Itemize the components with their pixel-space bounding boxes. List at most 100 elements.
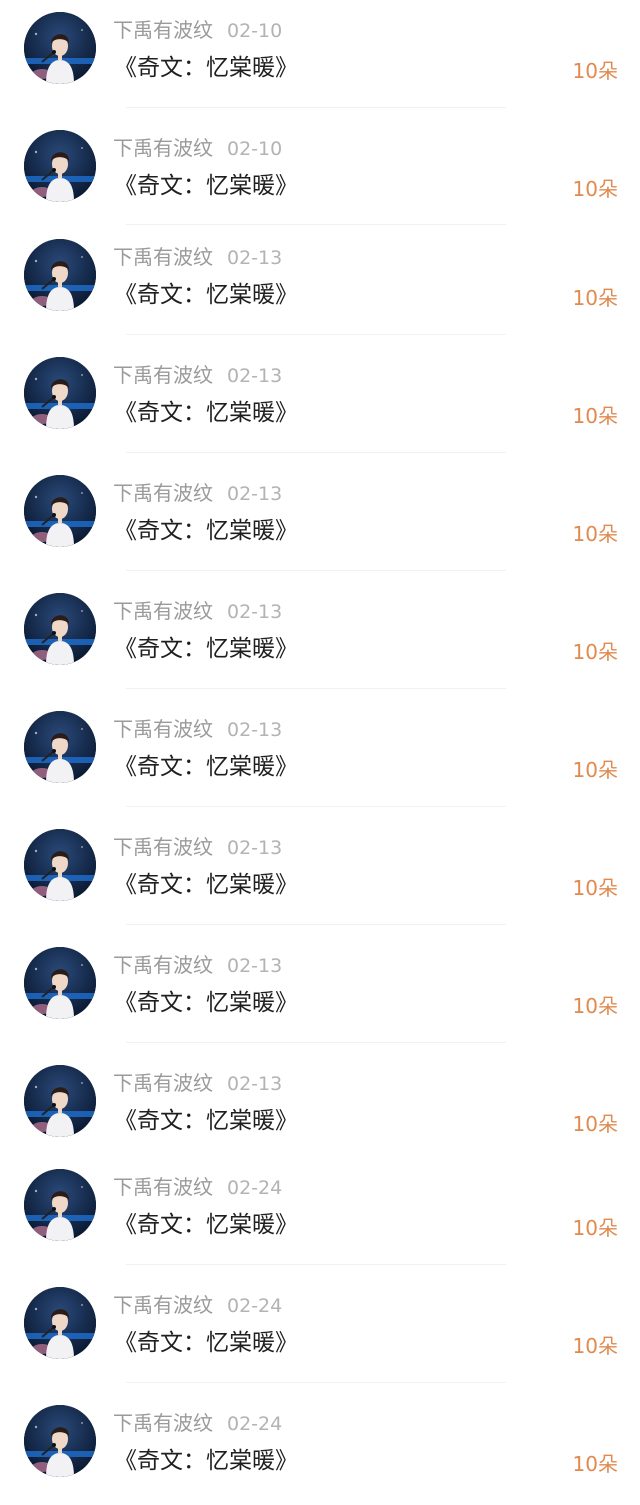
gift-record-list: 下禹有波纹 02-10 《奇文：忆棠暖》 10朵 下禹有波纹 02-10 《奇文：忆… xyxy=(0,0,640,1486)
item-date: 02-13 xyxy=(227,955,283,977)
username[interactable]: 下禹有波纹 xyxy=(113,1293,213,1317)
item-date: 02-24 xyxy=(227,1177,283,1199)
item-title[interactable]: 《奇文：忆棠暖》 xyxy=(114,1209,298,1241)
list-item[interactable]: 下禹有波纹 02-13 《奇文：忆棠暖》 10朵 xyxy=(0,817,640,929)
item-meta: 下禹有波纹 02-13 xyxy=(113,361,282,389)
user-avatar[interactable] xyxy=(24,1065,96,1137)
list-item[interactable]: 下禹有波纹 02-24 《奇文：忆棠暖》 10朵 xyxy=(0,1393,640,1505)
divider xyxy=(126,688,506,689)
item-meta: 下禹有波纹 02-24 xyxy=(113,1291,282,1319)
gift-count: 10朵 xyxy=(572,1112,618,1136)
avatar-photo-icon xyxy=(24,239,96,311)
user-avatar[interactable] xyxy=(24,475,96,547)
user-avatar[interactable] xyxy=(24,357,96,429)
username[interactable]: 下禹有波纹 xyxy=(113,717,213,741)
gift-count: 10朵 xyxy=(572,404,618,428)
username[interactable]: 下禹有波纹 xyxy=(113,599,213,623)
item-date: 02-24 xyxy=(227,1295,283,1317)
divider xyxy=(126,1264,506,1265)
username[interactable]: 下禹有波纹 xyxy=(113,953,213,977)
gift-count: 10朵 xyxy=(572,758,618,782)
list-item[interactable]: 下禹有波纹 02-13 《奇文：忆棠暖》 10朵 xyxy=(0,345,640,457)
divider xyxy=(126,924,506,925)
list-item[interactable]: 下禹有波纹 02-24 《奇文：忆棠暖》 10朵 xyxy=(0,1157,640,1269)
username[interactable]: 下禹有波纹 xyxy=(113,136,213,160)
user-avatar[interactable] xyxy=(24,829,96,901)
item-meta: 下禹有波纹 02-10 xyxy=(113,134,282,162)
user-avatar[interactable] xyxy=(24,130,96,202)
list-item[interactable]: 下禹有波纹 02-13 《奇文：忆棠暖》 10朵 xyxy=(0,935,640,1047)
list-item[interactable]: 下禹有波纹 02-13 《奇文：忆棠暖》 10朵 xyxy=(0,227,640,339)
divider xyxy=(126,1042,506,1043)
item-title[interactable]: 《奇文：忆棠暖》 xyxy=(114,869,298,901)
avatar-photo-icon xyxy=(24,1287,96,1359)
item-title[interactable]: 《奇文：忆棠暖》 xyxy=(114,751,298,783)
item-meta: 下禹有波纹 02-24 xyxy=(113,1173,282,1201)
item-date: 02-13 xyxy=(227,837,283,859)
list-item[interactable]: 下禹有波纹 02-10 《奇文：忆棠暖》 10朵 xyxy=(0,118,640,230)
gift-count: 10朵 xyxy=(572,59,618,83)
item-meta: 下禹有波纹 02-10 xyxy=(113,16,282,44)
avatar-photo-icon xyxy=(24,1065,96,1137)
item-title[interactable]: 《奇文：忆棠暖》 xyxy=(114,1327,298,1359)
list-item[interactable]: 下禹有波纹 02-13 《奇文：忆棠暖》 10朵 xyxy=(0,581,640,693)
item-title[interactable]: 《奇文：忆棠暖》 xyxy=(114,633,298,665)
avatar-photo-icon xyxy=(24,829,96,901)
user-avatar[interactable] xyxy=(24,947,96,1019)
avatar-photo-icon xyxy=(24,1405,96,1477)
avatar-photo-icon xyxy=(24,12,96,84)
user-avatar[interactable] xyxy=(24,711,96,783)
item-title[interactable]: 《奇文：忆棠暖》 xyxy=(114,987,298,1019)
user-avatar[interactable] xyxy=(24,593,96,665)
divider xyxy=(126,806,506,807)
list-item[interactable]: 下禹有波纹 02-10 《奇文：忆棠暖》 10朵 xyxy=(0,0,640,112)
list-item[interactable]: 下禹有波纹 02-13 《奇文：忆棠暖》 10朵 xyxy=(0,699,640,811)
item-date: 02-13 xyxy=(227,365,283,387)
item-meta: 下禹有波纹 02-13 xyxy=(113,243,282,271)
item-meta: 下禹有波纹 02-13 xyxy=(113,715,282,743)
divider xyxy=(126,334,506,335)
avatar-photo-icon xyxy=(24,593,96,665)
avatar-photo-icon xyxy=(24,1169,96,1241)
user-avatar[interactable] xyxy=(24,12,96,84)
item-title[interactable]: 《奇文：忆棠暖》 xyxy=(114,170,298,202)
username[interactable]: 下禹有波纹 xyxy=(113,18,213,42)
item-date: 02-24 xyxy=(227,1413,283,1435)
user-avatar[interactable] xyxy=(24,1287,96,1359)
item-date: 02-13 xyxy=(227,1073,283,1095)
divider xyxy=(126,107,506,108)
avatar-photo-icon xyxy=(24,947,96,1019)
item-meta: 下禹有波纹 02-13 xyxy=(113,479,282,507)
username[interactable]: 下禹有波纹 xyxy=(113,1175,213,1199)
item-title[interactable]: 《奇文：忆棠暖》 xyxy=(114,279,298,311)
avatar-photo-icon xyxy=(24,357,96,429)
user-avatar[interactable] xyxy=(24,1405,96,1477)
user-avatar[interactable] xyxy=(24,239,96,311)
username[interactable]: 下禹有波纹 xyxy=(113,835,213,859)
item-date: 02-13 xyxy=(227,483,283,505)
gift-count: 10朵 xyxy=(572,522,618,546)
username[interactable]: 下禹有波纹 xyxy=(113,1071,213,1095)
avatar-photo-icon xyxy=(24,711,96,783)
username[interactable]: 下禹有波纹 xyxy=(113,363,213,387)
item-title[interactable]: 《奇文：忆棠暖》 xyxy=(114,52,298,84)
item-title[interactable]: 《奇文：忆棠暖》 xyxy=(114,397,298,429)
username[interactable]: 下禹有波纹 xyxy=(113,481,213,505)
list-item[interactable]: 下禹有波纹 02-13 《奇文：忆棠暖》 10朵 xyxy=(0,1053,640,1165)
divider xyxy=(126,1382,506,1383)
gift-count: 10朵 xyxy=(572,1334,618,1358)
item-title[interactable]: 《奇文：忆棠暖》 xyxy=(114,515,298,547)
user-avatar[interactable] xyxy=(24,1169,96,1241)
gift-count: 10朵 xyxy=(572,876,618,900)
username[interactable]: 下禹有波纹 xyxy=(113,245,213,269)
item-title[interactable]: 《奇文：忆棠暖》 xyxy=(114,1105,298,1137)
item-title[interactable]: 《奇文：忆棠暖》 xyxy=(114,1445,298,1477)
item-date: 02-13 xyxy=(227,601,283,623)
list-item[interactable]: 下禹有波纹 02-13 《奇文：忆棠暖》 10朵 xyxy=(0,463,640,575)
divider xyxy=(126,452,506,453)
item-date: 02-10 xyxy=(227,138,283,160)
item-date: 02-13 xyxy=(227,719,283,741)
username[interactable]: 下禹有波纹 xyxy=(113,1411,213,1435)
item-date: 02-10 xyxy=(227,20,283,42)
list-item[interactable]: 下禹有波纹 02-24 《奇文：忆棠暖》 10朵 xyxy=(0,1275,640,1387)
